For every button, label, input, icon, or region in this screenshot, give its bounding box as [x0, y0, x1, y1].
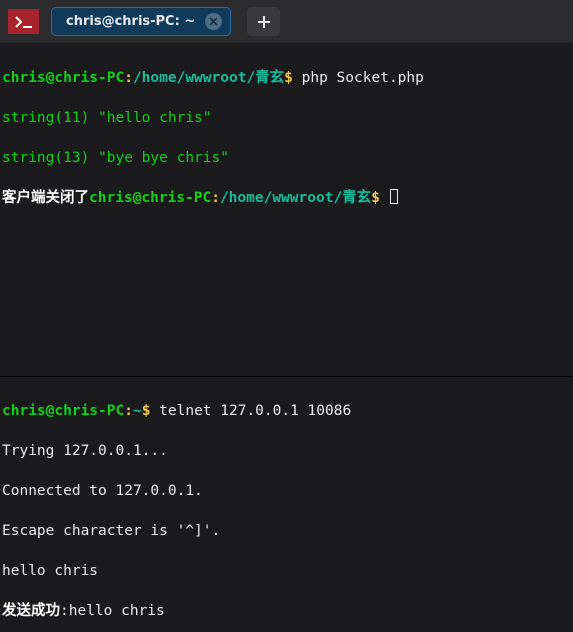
new-tab-button[interactable]	[247, 7, 280, 36]
output-text: 发送成功	[2, 603, 60, 619]
prompt-sep: :	[124, 70, 133, 86]
output-line: Escape character is '^]'.	[2, 521, 571, 541]
split-panes: chris@chris-PC:/home/wwwroot/青玄$ php Soc…	[0, 43, 573, 632]
tab-active[interactable]: chris@chris-PC: ~	[51, 7, 231, 36]
output-text: :hello chris	[60, 603, 165, 619]
prompt-userhost: chris@chris-PC	[2, 70, 124, 86]
tab-title: chris@chris-PC: ~	[66, 14, 195, 29]
output-line: Trying 127.0.0.1...	[2, 441, 571, 461]
output-line: Connected to 127.0.0.1.	[2, 481, 571, 501]
prompt-path: ~	[133, 403, 142, 419]
prompt-path: /home/wwwroot/青玄	[133, 70, 284, 86]
output-line: hello chris	[2, 561, 571, 581]
prompt-symbol: $	[284, 70, 301, 86]
prompt-userhost: chris@chris-PC	[2, 403, 124, 419]
prompt-symbol: $	[371, 190, 388, 206]
output-line: chris@chris-PC:/home/wwwroot/青玄$ php Soc…	[2, 68, 571, 88]
title-bar: chris@chris-PC: ~	[0, 0, 573, 43]
output-text: 客户端关闭了	[2, 190, 89, 206]
prompt-symbol: $	[142, 403, 159, 419]
app-terminal-icon	[8, 9, 39, 34]
terminal-pane-top[interactable]: chris@chris-PC:/home/wwwroot/青玄$ php Soc…	[0, 43, 573, 377]
close-icon[interactable]	[205, 13, 222, 30]
output-line: string(11) "hello chris"	[2, 108, 571, 128]
command-text: php Socket.php	[302, 70, 424, 86]
prompt-userhost: chris@chris-PC	[89, 190, 211, 206]
prompt-path: /home/wwwroot/青玄	[220, 190, 371, 206]
prompt-sep: :	[124, 403, 133, 419]
command-text: telnet 127.0.0.1 10086	[159, 403, 351, 419]
terminal-pane-bottom[interactable]: chris@chris-PC:~$ telnet 127.0.0.1 10086…	[0, 377, 573, 632]
output-line: string(13) "bye bye chris"	[2, 148, 571, 168]
output-line: chris@chris-PC:~$ telnet 127.0.0.1 10086	[2, 401, 571, 421]
output-line: 发送成功:hello chris	[2, 601, 571, 621]
cursor	[390, 189, 398, 204]
prompt-sep: :	[211, 190, 220, 206]
output-line: 客户端关闭了chris@chris-PC:/home/wwwroot/青玄$	[2, 188, 571, 208]
